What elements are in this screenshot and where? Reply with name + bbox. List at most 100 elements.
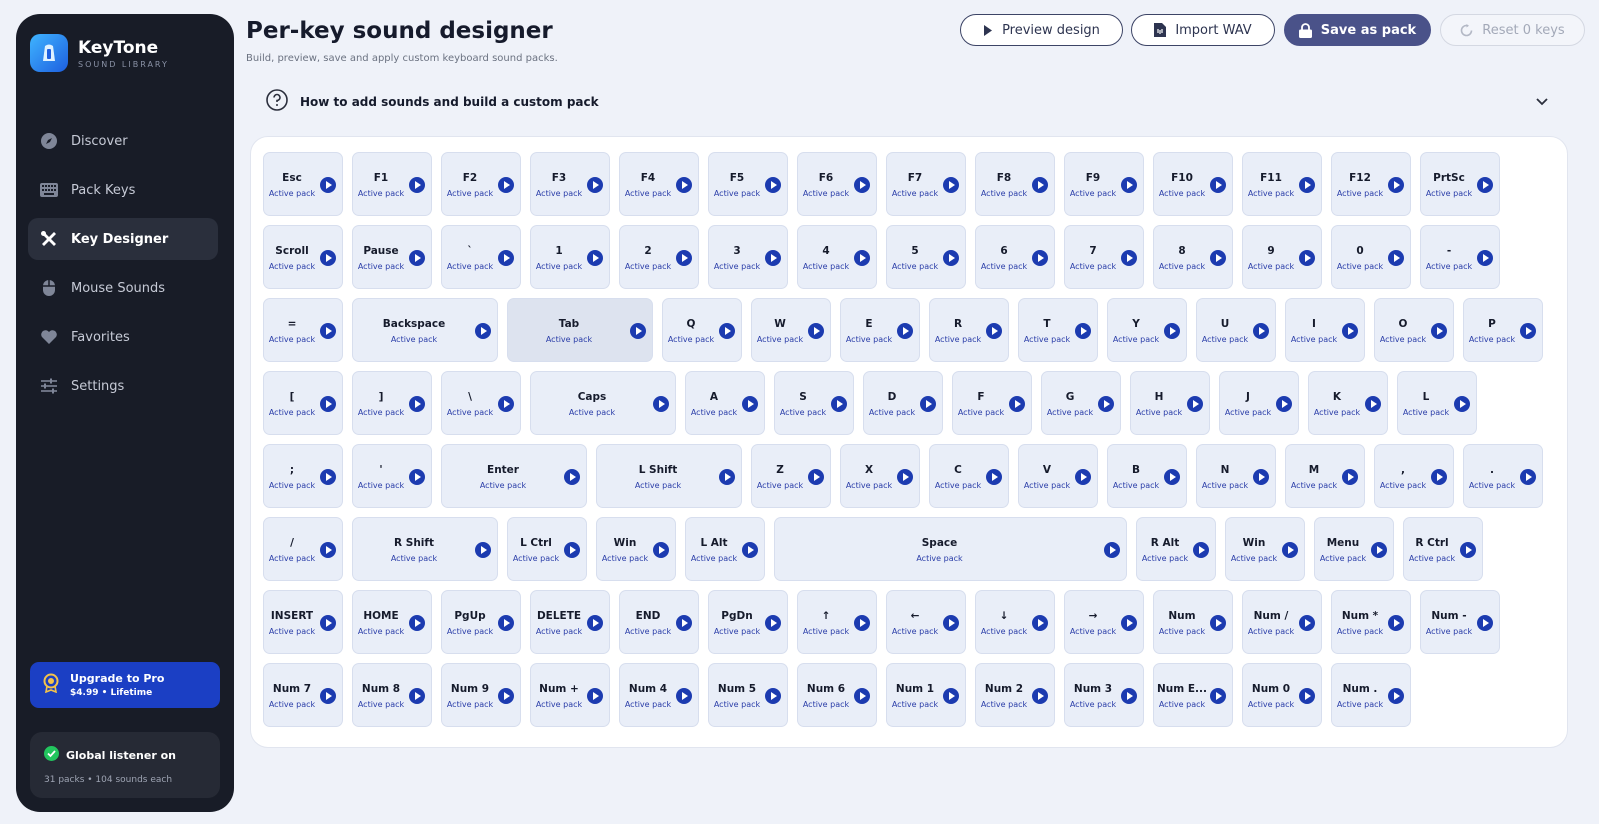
play-sound-icon[interactable] [1477,250,1493,266]
play-sound-icon[interactable] [1276,396,1292,412]
play-sound-icon[interactable] [653,542,669,558]
key-tile[interactable]: Tab Active pack [507,298,653,362]
key-tile[interactable]: Menu Active pack [1314,517,1394,581]
play-sound-icon[interactable] [943,250,959,266]
key-tile[interactable]: [Active pack [263,371,343,435]
key-tile[interactable]: L Shift Active pack [596,444,742,508]
play-sound-icon[interactable] [1121,615,1137,631]
play-sound-icon[interactable] [409,469,425,485]
play-sound-icon[interactable] [854,250,870,266]
play-sound-icon[interactable] [808,323,824,339]
play-sound-icon[interactable] [409,615,425,631]
key-tile[interactable]: N Active pack [1196,444,1276,508]
key-tile[interactable]: H Active pack [1130,371,1210,435]
play-sound-icon[interactable] [742,542,758,558]
play-sound-icon[interactable] [719,323,735,339]
play-sound-icon[interactable] [676,688,692,704]
key-tile[interactable]: W Active pack [751,298,831,362]
play-sound-icon[interactable] [498,396,514,412]
play-sound-icon[interactable] [1253,469,1269,485]
key-tile[interactable]: R Active pack [929,298,1009,362]
key-tile[interactable]: Caps Active pack [530,371,676,435]
play-sound-icon[interactable] [943,177,959,193]
key-tile[interactable]: ← Active pack [886,590,966,654]
play-sound-icon[interactable] [1454,396,1470,412]
key-tile[interactable]: G Active pack [1041,371,1121,435]
play-sound-icon[interactable] [719,469,735,485]
play-sound-icon[interactable] [1460,542,1476,558]
play-sound-icon[interactable] [943,688,959,704]
brand[interactable]: KeyTone SOUND LIBRARY [30,34,169,72]
key-tile[interactable]: - Active pack [1420,225,1500,289]
key-tile[interactable]: = Active pack [263,298,343,362]
key-tile[interactable]: ↓ Active pack [975,590,1055,654]
key-tile[interactable]: Num 6 Active pack [797,663,877,727]
play-sound-icon[interactable] [765,615,781,631]
play-sound-icon[interactable] [1388,688,1404,704]
key-tile[interactable]: B Active pack [1107,444,1187,508]
key-tile[interactable]: A Active pack [685,371,765,435]
key-tile[interactable]: . Active pack [1463,444,1543,508]
play-sound-icon[interactable] [1388,177,1404,193]
play-sound-icon[interactable] [653,396,669,412]
play-sound-icon[interactable] [320,542,336,558]
play-sound-icon[interactable] [943,615,959,631]
sidebar-item-discover[interactable]: Discover [28,120,218,162]
play-sound-icon[interactable] [1210,688,1226,704]
play-sound-icon[interactable] [320,615,336,631]
play-sound-icon[interactable] [1121,688,1137,704]
play-sound-icon[interactable] [920,396,936,412]
play-sound-icon[interactable] [498,615,514,631]
key-tile[interactable]: ' Active pack [352,444,432,508]
play-sound-icon[interactable] [587,615,603,631]
key-tile[interactable]: Num 7 Active pack [263,663,343,727]
key-tile[interactable]: Num Active pack [1153,590,1233,654]
key-tile[interactable]: F11 Active pack [1242,152,1322,216]
key-tile[interactable]: I Active pack [1285,298,1365,362]
key-tile[interactable]: Win Active pack [596,517,676,581]
play-sound-icon[interactable] [587,688,603,704]
play-sound-icon[interactable] [1193,542,1209,558]
key-tile[interactable]: F5 Active pack [708,152,788,216]
play-sound-icon[interactable] [587,250,603,266]
save-as-pack-button[interactable]: Save as pack [1284,14,1431,46]
key-tile[interactable]: O Active pack [1374,298,1454,362]
key-tile[interactable]: Num 1 Active pack [886,663,966,727]
sidebar-item-key-designer[interactable]: Key Designer [28,218,218,260]
play-sound-icon[interactable] [498,688,514,704]
key-tile[interactable]: 9 Active pack [1242,225,1322,289]
key-tile[interactable]: 8 Active pack [1153,225,1233,289]
play-sound-icon[interactable] [1032,615,1048,631]
play-sound-icon[interactable] [1388,250,1404,266]
play-sound-icon[interactable] [1431,469,1447,485]
key-tile[interactable]: F8 Active pack [975,152,1055,216]
key-tile[interactable]: F7 Active pack [886,152,966,216]
key-tile[interactable]: F12 Active pack [1331,152,1411,216]
key-tile[interactable]: Backspace Active pack [352,298,498,362]
key-tile[interactable]: , Active pack [1374,444,1454,508]
key-tile[interactable]: PgDn Active pack [708,590,788,654]
play-sound-icon[interactable] [1032,177,1048,193]
play-sound-icon[interactable] [1282,542,1298,558]
play-sound-icon[interactable] [1009,396,1025,412]
play-sound-icon[interactable] [1187,396,1203,412]
play-sound-icon[interactable] [765,177,781,193]
key-tile[interactable]: R Alt Active pack [1136,517,1216,581]
play-sound-icon[interactable] [498,177,514,193]
key-tile[interactable]: U Active pack [1196,298,1276,362]
key-tile[interactable]: Win Active pack [1225,517,1305,581]
key-tile[interactable]: Esc Active pack [263,152,343,216]
play-sound-icon[interactable] [897,323,913,339]
key-tile[interactable]: ] Active pack [352,371,432,435]
key-tile[interactable]: 2 Active pack [619,225,699,289]
key-tile[interactable]: D Active pack [863,371,943,435]
key-tile[interactable]: Y Active pack [1107,298,1187,362]
play-sound-icon[interactable] [320,323,336,339]
play-sound-icon[interactable] [808,469,824,485]
key-tile[interactable]: Num 9 Active pack [441,663,521,727]
play-sound-icon[interactable] [1477,177,1493,193]
play-sound-icon[interactable] [1164,323,1180,339]
key-tile[interactable]: F3 Active pack [530,152,610,216]
key-tile[interactable]: \ Active pack [441,371,521,435]
key-tile[interactable]: L Ctrl Active pack [507,517,587,581]
